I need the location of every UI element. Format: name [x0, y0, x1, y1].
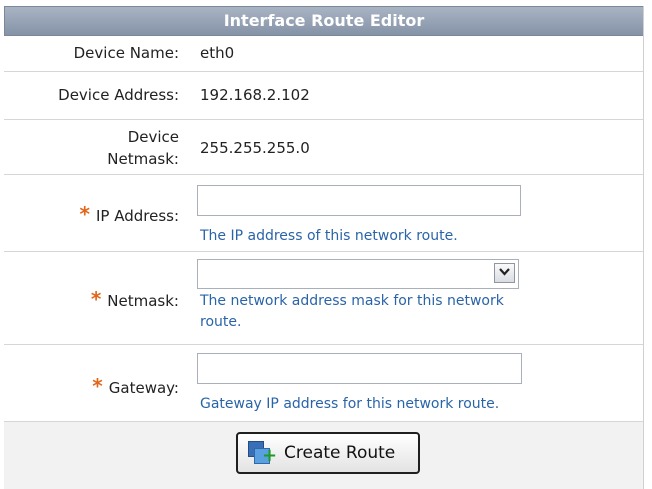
gateway-input[interactable] [197, 353, 522, 384]
ip-address-help: The IP address of this network route. [200, 228, 458, 244]
gateway-label: * Gateway: [4, 374, 179, 398]
ip-address-label: * IP Address: [4, 202, 180, 226]
device-netmask-row: Device Netmask: 255.255.255.0 [4, 120, 644, 175]
gateway-label-text: Gateway: [108, 379, 179, 397]
ip-address-row: * IP Address: The IP address of this netw… [4, 175, 644, 252]
netmask-help-line1: The network address mask for this networ… [200, 293, 504, 309]
ip-address-input[interactable] [197, 185, 521, 216]
chevron-down-icon[interactable] [494, 263, 515, 283]
create-route-button[interactable]: + Create Route [236, 432, 420, 474]
device-netmask-label: Device Netmask: [4, 126, 179, 170]
device-netmask-label-line2: Netmask: [107, 150, 179, 168]
device-address-row: Device Address: 192.168.2.102 [4, 72, 644, 120]
gateway-help: Gateway IP address for this network rout… [200, 396, 500, 412]
device-name-label: Device Name: [73, 44, 179, 62]
panel-title: Interface Route Editor [4, 6, 644, 36]
required-marker: * [79, 202, 90, 226]
form-footer: + Create Route [4, 422, 644, 489]
panel-right-border [643, 6, 644, 489]
ip-address-label-text: IP Address: [95, 207, 179, 225]
device-netmask-label-line1: Device [127, 128, 179, 146]
netmask-row: * Netmask: The network address mask for t… [4, 252, 644, 345]
create-route-label: Create Route [284, 443, 396, 463]
device-address-value: 192.168.2.102 [200, 86, 310, 104]
netmask-label: * Netmask: [4, 287, 179, 311]
netmask-help: The network address mask for this networ… [200, 291, 504, 333]
required-marker: * [90, 287, 102, 311]
netmask-label-text: Netmask: [107, 292, 179, 310]
device-name-value: eth0 [200, 44, 235, 62]
device-address-label: Device Address: [58, 86, 179, 104]
netmask-select[interactable] [197, 259, 519, 289]
required-marker: * [92, 374, 103, 398]
device-name-row: Device Name: eth0 [4, 35, 644, 72]
netmask-help-line2: route. [200, 314, 242, 330]
route-editor-panel: Interface Route Editor Device Name: eth0… [0, 0, 652, 489]
create-route-icon: + [248, 439, 277, 467]
device-netmask-value: 255.255.255.0 [200, 139, 310, 157]
gateway-row: * Gateway: Gateway IP address for this ne… [4, 345, 644, 422]
